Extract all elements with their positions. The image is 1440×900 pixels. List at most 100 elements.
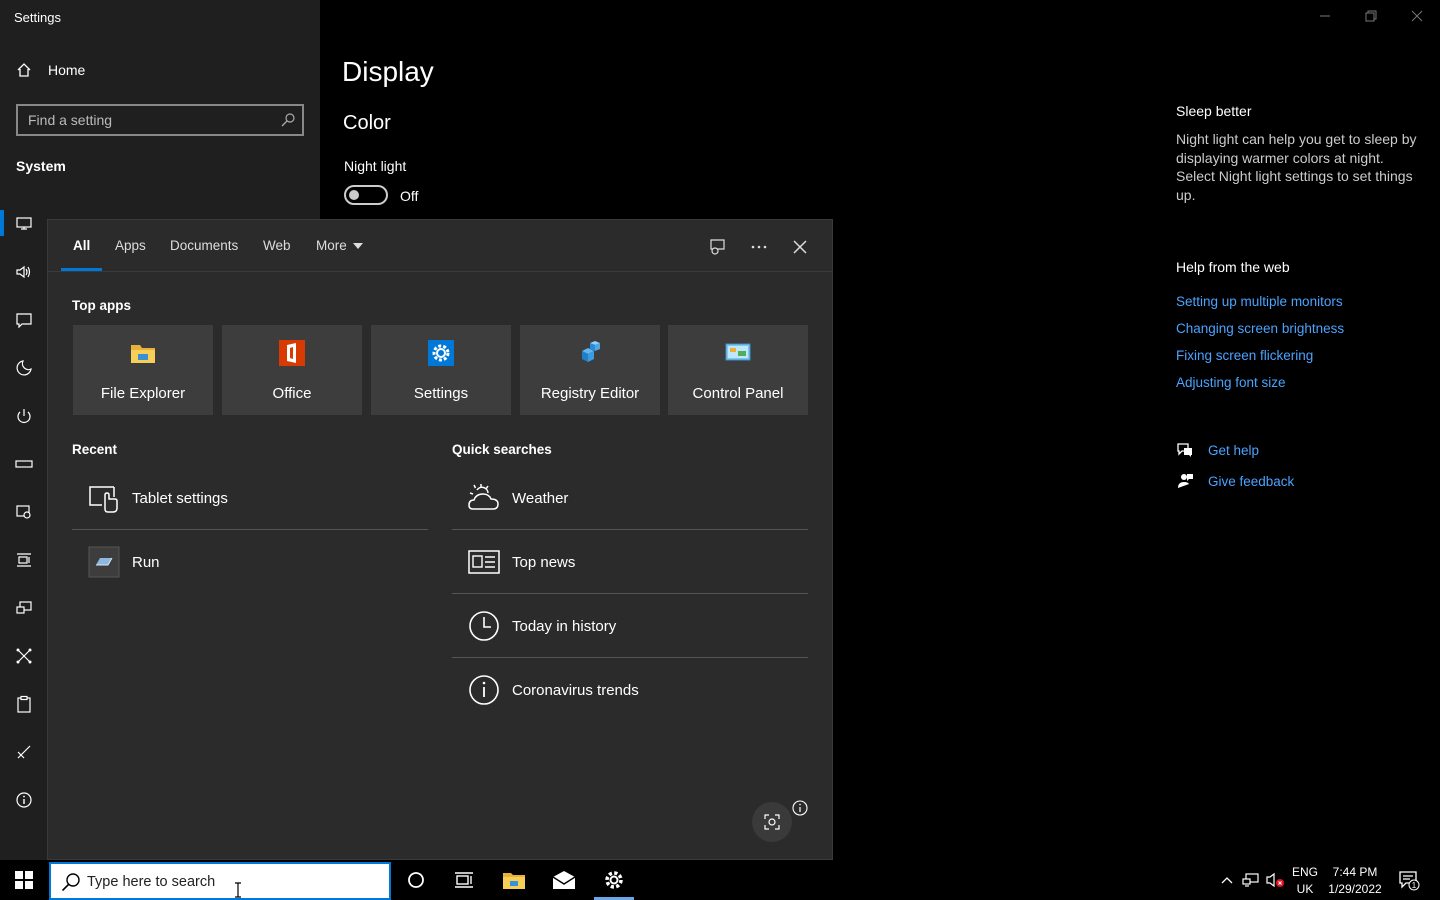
- tab-web[interactable]: Web: [263, 238, 291, 253]
- settings-gear-icon: [427, 339, 455, 367]
- clock[interactable]: 7:44 PM 1/29/2022: [1322, 865, 1388, 896]
- task-view-icon[interactable]: [440, 860, 488, 900]
- quick-search-label: Weather: [512, 489, 569, 507]
- tablet-settings-icon: [88, 482, 120, 514]
- chevron-down-icon: [352, 242, 363, 249]
- tab-all[interactable]: All: [73, 238, 90, 253]
- quick-search-top-news[interactable]: Top news: [452, 530, 808, 594]
- settings-taskbar-icon[interactable]: [590, 860, 638, 900]
- recent-item-run[interactable]: Run: [72, 530, 428, 594]
- tab-more[interactable]: More: [316, 238, 363, 253]
- quick-search-today-in-history[interactable]: Today in history: [452, 594, 808, 658]
- network-icon[interactable]: [1238, 860, 1264, 900]
- run-icon: [88, 546, 120, 578]
- close-search-icon[interactable]: [789, 236, 811, 258]
- help-link-flickering[interactable]: Fixing screen flickering: [1176, 348, 1313, 363]
- registry-editor-icon: [576, 339, 604, 367]
- app-tile-settings[interactable]: Settings: [371, 325, 511, 415]
- action-center-icon[interactable]: 1: [1390, 860, 1428, 900]
- app-tile-office[interactable]: Office: [222, 325, 362, 415]
- app-tile-file-explorer[interactable]: File Explorer: [73, 325, 213, 415]
- visual-search-button[interactable]: [752, 802, 792, 842]
- sound-icon[interactable]: [14, 262, 34, 282]
- tablet-icon[interactable]: [14, 502, 34, 522]
- file-explorer-icon: [129, 339, 157, 367]
- notifications-icon[interactable]: [14, 310, 34, 330]
- camera-scan-icon: [764, 814, 780, 830]
- recent-item-label: Tablet settings: [132, 489, 228, 507]
- find-setting-input[interactable]: [18, 106, 302, 134]
- tab-more-label: More: [316, 238, 347, 253]
- restore-icon[interactable]: [1348, 0, 1394, 32]
- info-icon: [468, 674, 500, 706]
- minimize-icon[interactable]: [1302, 0, 1348, 32]
- notification-count: 1: [1412, 881, 1417, 890]
- recent-label: Recent: [72, 442, 118, 457]
- active-tab-indicator: [61, 268, 102, 271]
- sidebar-home-link[interactable]: Home: [16, 62, 85, 78]
- info-circle-icon[interactable]: [792, 800, 808, 816]
- quick-search-label: Top news: [512, 553, 576, 571]
- app-tile-registry-editor[interactable]: Registry Editor: [520, 325, 660, 415]
- page-title: Display: [342, 56, 434, 87]
- search-tabs-bar: All Apps Documents Web More: [48, 220, 832, 272]
- help-link-font-size[interactable]: Adjusting font size: [1176, 375, 1286, 390]
- mail-icon[interactable]: [540, 860, 588, 900]
- give-feedback-link[interactable]: Give feedback: [1176, 472, 1294, 490]
- tab-apps[interactable]: Apps: [115, 238, 146, 253]
- window-controls: [1302, 0, 1440, 32]
- help-link-brightness[interactable]: Changing screen brightness: [1176, 321, 1344, 336]
- quick-searches-label: Quick searches: [452, 442, 552, 457]
- volume-muted-icon[interactable]: [1262, 860, 1288, 900]
- shared-experiences-icon[interactable]: [14, 646, 34, 666]
- power-icon[interactable]: [14, 406, 34, 426]
- find-setting-box[interactable]: [16, 104, 304, 136]
- cortana-icon[interactable]: [392, 860, 440, 900]
- keyboard-layout: UK: [1296, 882, 1314, 896]
- quick-search-label: Coronavirus trends: [512, 681, 639, 699]
- focus-assist-icon[interactable]: [14, 358, 34, 378]
- get-help-label: Get help: [1208, 442, 1260, 458]
- office-icon: [278, 339, 306, 367]
- language-code: ENG: [1291, 865, 1318, 879]
- quick-search-weather[interactable]: Weather: [452, 466, 808, 530]
- taskbar-search-input[interactable]: [87, 870, 377, 894]
- text-cursor-icon: [234, 882, 242, 898]
- feedback-hub-icon[interactable]: [706, 236, 728, 258]
- search-icon: [280, 112, 296, 128]
- sleep-better-description: Night light can help you get to sleep by…: [1176, 131, 1417, 203]
- quick-search-coronavirus-trends[interactable]: Coronavirus trends: [452, 658, 808, 722]
- taskbar-search-box[interactable]: [49, 862, 391, 900]
- search-icon: [61, 872, 81, 892]
- app-tile-label: Office: [272, 385, 312, 402]
- about-icon[interactable]: [14, 790, 34, 810]
- app-tile-control-panel[interactable]: Control Panel: [668, 325, 808, 415]
- quick-search-label: Today in history: [512, 617, 617, 635]
- close-icon[interactable]: [1394, 0, 1440, 32]
- system-section-label: System: [16, 158, 66, 174]
- multitasking-icon[interactable]: [14, 550, 34, 570]
- windows-start-icon[interactable]: [0, 860, 48, 900]
- more-options-icon[interactable]: [748, 236, 770, 258]
- app-tile-label: Control Panel: [692, 385, 784, 402]
- recent-item-tablet-settings[interactable]: Tablet settings: [72, 466, 428, 530]
- language-indicator[interactable]: ENG UK: [1290, 865, 1320, 896]
- clipboard-icon[interactable]: [14, 694, 34, 714]
- give-feedback-label: Give feedback: [1208, 473, 1295, 489]
- storage-icon[interactable]: [14, 454, 34, 474]
- get-help-link[interactable]: Get help: [1176, 441, 1259, 459]
- feedback-icon: [1176, 472, 1194, 490]
- projecting-icon[interactable]: [14, 598, 34, 618]
- file-explorer-taskbar-icon[interactable]: [490, 860, 538, 900]
- recent-item-label: Run: [132, 553, 160, 571]
- app-tile-label: File Explorer: [100, 385, 186, 402]
- help-link-monitors[interactable]: Setting up multiple monitors: [1176, 294, 1343, 309]
- display-icon[interactable]: [14, 213, 34, 233]
- top-apps-label: Top apps: [72, 298, 131, 313]
- clock-icon: [468, 610, 500, 642]
- night-light-label: Night light: [344, 158, 407, 174]
- night-light-toggle[interactable]: [344, 185, 388, 205]
- tab-documents[interactable]: Documents: [170, 238, 238, 253]
- remote-desktop-icon[interactable]: [14, 742, 34, 762]
- color-section-title: Color: [343, 112, 391, 134]
